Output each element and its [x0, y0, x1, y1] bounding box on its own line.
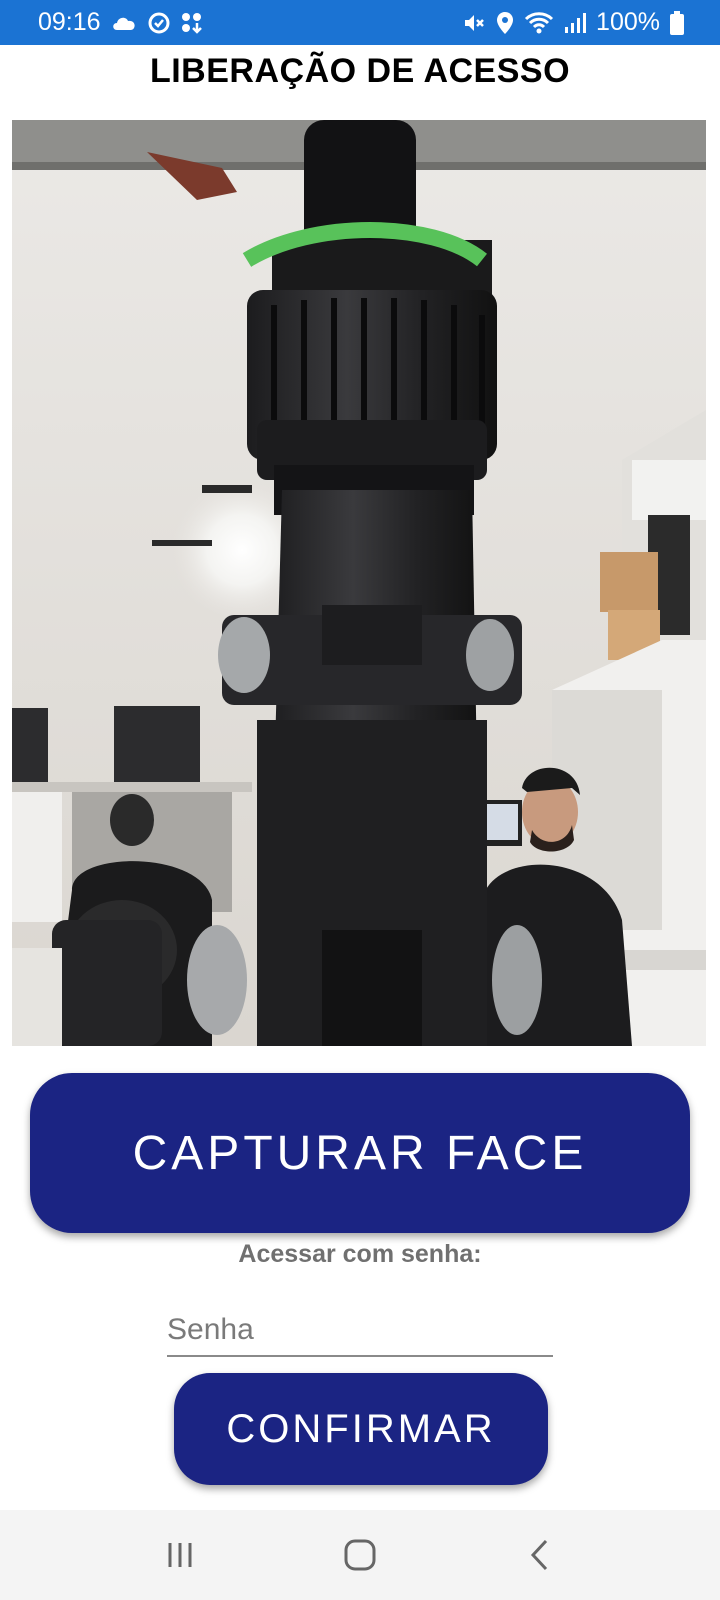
signal-icon [564, 10, 587, 36]
battery-level: 100% [596, 8, 660, 36]
wifi-icon [524, 10, 554, 36]
location-icon [496, 10, 514, 36]
password-prompt-label: Acessar com senha: [238, 1240, 482, 1268]
capture-face-button[interactable]: CAPTURAR FACE [30, 1073, 690, 1233]
status-right: 100% [462, 8, 684, 37]
navigation-bar [0, 1510, 720, 1600]
camera-preview [12, 120, 706, 1046]
apps-icon [181, 10, 203, 36]
battery-icon [670, 10, 684, 36]
status-bar: 09:16 100% [0, 0, 720, 45]
recents-icon[interactable] [150, 1525, 210, 1585]
cloud-icon [111, 10, 137, 36]
password-input[interactable] [167, 1305, 553, 1357]
back-icon[interactable] [510, 1525, 570, 1585]
status-left: 09:16 [38, 8, 203, 37]
home-icon[interactable] [330, 1525, 390, 1585]
confirm-button[interactable]: CONFIRMAR [174, 1373, 548, 1485]
sync-icon [147, 10, 171, 36]
page-title: LIBERAÇÃO DE ACESSO [149, 52, 571, 90]
status-time: 09:16 [38, 8, 101, 36]
mute-icon [462, 10, 486, 36]
